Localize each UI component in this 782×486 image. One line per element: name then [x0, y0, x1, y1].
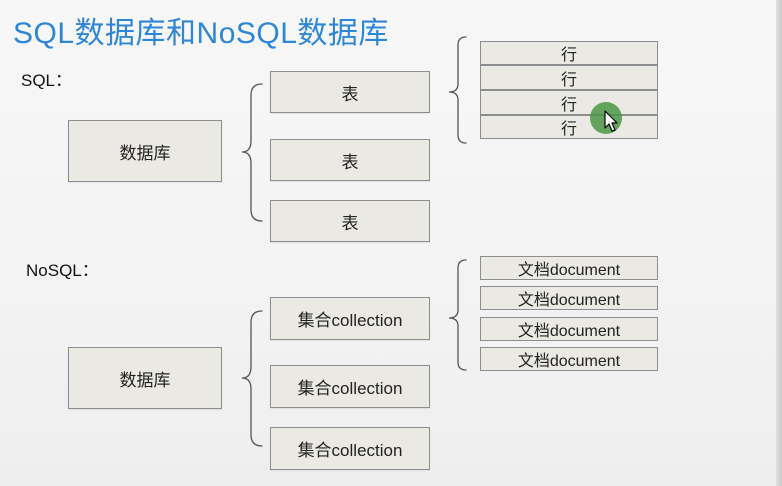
nosql-database-brace: [241, 310, 263, 447]
slide: SQL数据库和NoSQL数据库 SQL： 数据库 表 表 表 行 行 行 行 N…: [0, 0, 782, 486]
brace-connectors: [241, 36, 467, 447]
sql-table-brace: [448, 36, 467, 144]
sql-database-brace: [241, 83, 263, 222]
nosql-collection-brace: [448, 259, 467, 371]
mouse-pointer-icon: [604, 110, 618, 132]
